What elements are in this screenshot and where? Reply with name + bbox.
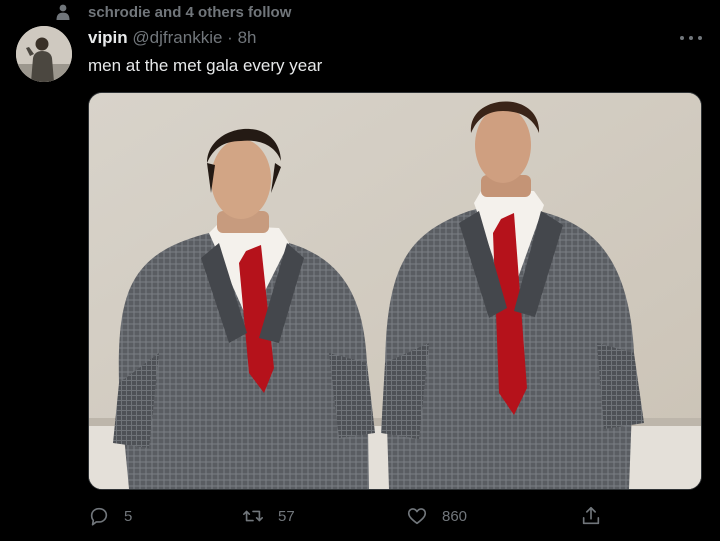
timestamp[interactable]: 8h (238, 28, 257, 47)
author-name[interactable]: vipin (88, 28, 128, 47)
like-button[interactable]: 860 (406, 502, 467, 530)
share-icon (582, 506, 600, 525)
reply-icon (90, 507, 108, 526)
share-button[interactable] (580, 502, 616, 530)
reply-button[interactable]: 5 (88, 502, 132, 530)
more-icon[interactable] (680, 28, 702, 48)
separator: · (227, 28, 233, 47)
avatar-image (16, 26, 72, 82)
reply-count: 5 (124, 507, 133, 525)
tweet-photo (89, 93, 701, 489)
avatar[interactable] (16, 26, 72, 82)
tweet-header: vipin @djfrankkie · 8h (88, 28, 256, 48)
retweet-icon (243, 510, 263, 522)
author-handle[interactable]: @djfrankkie (132, 28, 222, 47)
social-context-text: schrodie and 4 others follow (88, 4, 292, 21)
retweet-button[interactable]: 57 (242, 502, 295, 530)
action-bar: 5 57 860 (88, 502, 608, 530)
tweet-media[interactable] (88, 92, 702, 490)
retweet-count: 57 (278, 507, 295, 525)
like-icon (407, 508, 427, 525)
like-count: 860 (442, 507, 468, 525)
person-icon (56, 4, 70, 20)
tweet-text: men at the met gala every year (88, 56, 323, 75)
